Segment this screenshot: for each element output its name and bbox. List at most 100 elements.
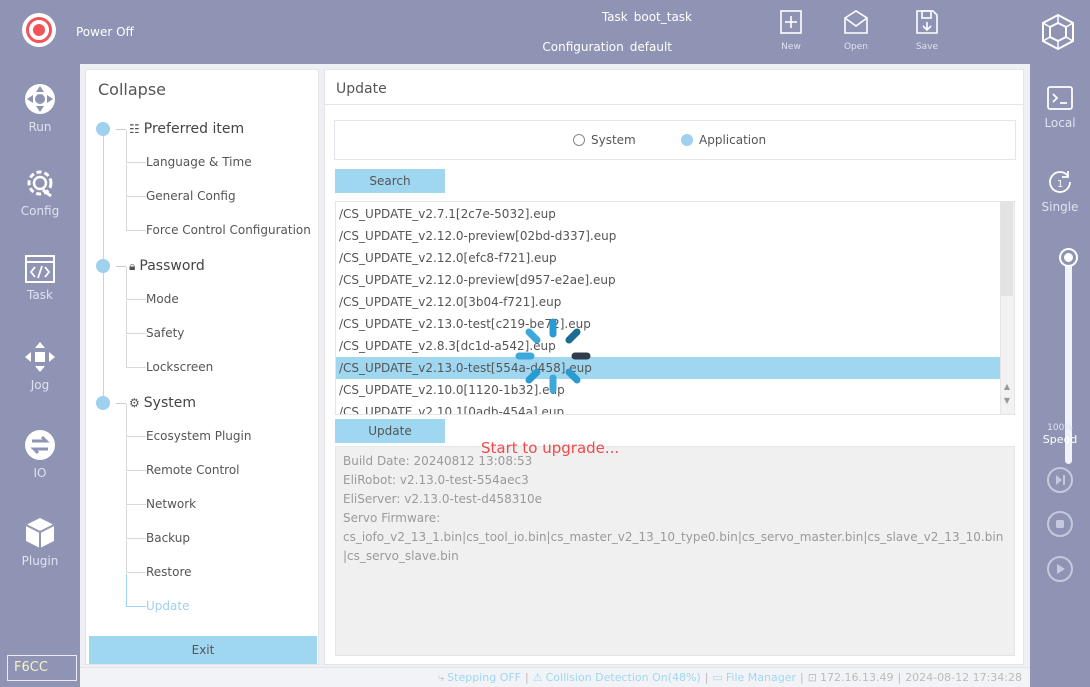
task-label: Task	[601, 10, 628, 24]
task-code-icon	[25, 255, 55, 283]
list-scrollbar[interactable]: ▲ ▼	[1000, 202, 1014, 414]
radio-application[interactable]: Application	[681, 133, 766, 147]
list-item[interactable]: /CS_UPDATE_v2.10.1[0adb-454a].eup	[336, 401, 1000, 414]
exit-button[interactable]: Exit	[89, 636, 317, 664]
nav-io-label: IO	[33, 466, 47, 480]
nav-plugin[interactable]: Plugin	[0, 516, 80, 568]
radio-unchecked-icon	[573, 134, 585, 146]
save-icon	[916, 10, 938, 34]
tree-item-lockscreen[interactable]: Lockscreen	[126, 335, 213, 377]
step-forward-button[interactable]	[1047, 467, 1073, 493]
upgrade-status-message: Start to upgrade...	[481, 439, 620, 457]
configuration-info: Configuration default	[542, 40, 672, 54]
collapse-toggle[interactable]: Collapse	[98, 80, 166, 99]
gear-icon: ⚙	[129, 396, 140, 410]
tree-item-ecosystem-plugin[interactable]: Ecosystem Plugin	[126, 404, 251, 446]
radio-system-label: System	[591, 133, 636, 147]
save-label: Save	[915, 42, 939, 52]
update-type-selector: System Application	[334, 120, 1016, 160]
nav-jog[interactable]: Jog	[0, 340, 80, 392]
tree-item-backup[interactable]: Backup	[126, 506, 190, 548]
collapse-bullet-icon	[96, 259, 110, 273]
status-bar: ⤷ Stepping OFF | ⚠ Collision Detection O…	[80, 667, 1030, 687]
stepping-status[interactable]: Stepping OFF	[447, 671, 521, 684]
file-manager-link[interactable]: File Manager	[726, 671, 796, 684]
radio-application-label: Application	[699, 133, 767, 147]
speed-slider-handle[interactable]	[1061, 250, 1076, 265]
power-button[interactable]	[22, 13, 56, 47]
search-button[interactable]: Search	[335, 169, 445, 193]
open-button[interactable]: Open	[833, 6, 879, 58]
update-panel: Update System Application Search /CS_UPD…	[324, 69, 1024, 665]
config-gear-icon	[27, 170, 53, 198]
stop-icon	[1056, 520, 1064, 528]
radio-system[interactable]: System	[573, 133, 636, 147]
single-step-button[interactable]: 1 Single	[1030, 168, 1090, 214]
task-info: Task boot_task	[602, 10, 692, 24]
play-button[interactable]	[1047, 556, 1073, 582]
list-item[interactable]: /CS_UPDATE_v2.12.0-preview[02bd-d337].eu…	[336, 225, 1000, 247]
servo-firmware-files: cs_iofo_v2_13_1.bin|cs_tool_io.bin|cs_ma…	[343, 530, 1004, 563]
tree-item-restore[interactable]: Restore	[126, 540, 192, 582]
scroll-up-icon[interactable]: ▲	[1002, 382, 1012, 392]
stepping-icon: ⤷	[437, 670, 445, 684]
nav-run-label: Run	[28, 120, 52, 134]
tree-group-preferred-item[interactable]: ☷ Preferred item	[96, 116, 244, 142]
list-item[interactable]: /CS_UPDATE_v2.7.1[2c7e-5032].eup	[336, 203, 1000, 225]
list-scrollbar-thumb[interactable]	[1001, 202, 1013, 296]
single-label: Single	[1041, 200, 1079, 214]
tree-item-general-config[interactable]: General Config	[126, 164, 236, 206]
scroll-down-icon[interactable]: ▼	[1002, 396, 1012, 406]
list-item-selected[interactable]: /CS_UPDATE_v2.13.0-test[554a-d458].eup	[336, 357, 1000, 379]
tree-item-remote-control[interactable]: Remote Control	[126, 438, 240, 480]
collapse-bullet-icon	[96, 122, 110, 136]
list-item[interactable]: /CS_UPDATE_v2.10.0[1120-1b32].eup	[336, 379, 1000, 401]
build-date-line: Build Date: 20240812 13:08:53	[343, 454, 533, 468]
save-button[interactable]: Save	[904, 6, 950, 58]
datetime: 2024-08-12 17:34:28	[905, 671, 1022, 684]
nav-io[interactable]: IO	[0, 428, 80, 480]
tree-item-safety[interactable]: Safety	[126, 301, 184, 343]
nav-jog-label: Jog	[30, 378, 50, 392]
single-cycle-icon: 1	[1049, 171, 1071, 193]
io-arrows-icon	[25, 430, 55, 460]
tree-group-password[interactable]: 🔒︎ Password	[96, 253, 205, 279]
nav-config[interactable]: Config	[0, 166, 80, 218]
tree-group-label: Preferred item	[143, 121, 245, 137]
tree-item-update[interactable]: Update	[126, 574, 189, 616]
tree-item-force-control[interactable]: Force Control Configuration	[126, 198, 311, 240]
new-button[interactable]: New	[768, 6, 814, 58]
lock-icon: 🔒︎	[129, 258, 136, 273]
settings-tree-panel: Collapse ☷ Preferred item Language & Tim…	[85, 69, 319, 665]
ip-address: 172.16.13.49	[819, 671, 894, 684]
update-button[interactable]: Update	[335, 419, 445, 443]
elirobot-version-line: EliRobot: v2.13.0-test-554aec3	[343, 473, 529, 487]
tree-item-network[interactable]: Network	[126, 472, 196, 514]
tree-group-label: System	[143, 395, 196, 411]
serial-badge: F6CC	[7, 655, 77, 681]
list-item[interactable]: /CS_UPDATE_v2.13.0-test[c219-be72].eup	[336, 313, 1000, 335]
list-item[interactable]: /CS_UPDATE_v2.12.0-preview[d957-e2ae].eu…	[336, 269, 1000, 291]
update-file-list[interactable]: /CS_UPDATE_v2.7.1[2c7e-5032].eup /CS_UPD…	[335, 201, 1015, 415]
open-label: Open	[843, 42, 869, 52]
tree-item-language-time[interactable]: Language & Time	[126, 130, 252, 172]
list-item[interactable]: /CS_UPDATE_v2.8.3[dc1d-a542].eup	[336, 335, 1000, 357]
stop-button[interactable]	[1047, 511, 1073, 537]
svg-text:1: 1	[1057, 179, 1063, 190]
logo-hexagon-icon	[1042, 13, 1074, 51]
collapse-bullet-icon	[96, 396, 110, 410]
collision-detection-status[interactable]: Collision Detection On(48%)	[546, 671, 701, 684]
nav-config-label: Config	[20, 204, 60, 218]
list-item[interactable]: /CS_UPDATE_v2.12.0[efc8-f721].eup	[336, 247, 1000, 269]
nav-run[interactable]: Run	[0, 82, 80, 134]
list-item[interactable]: /CS_UPDATE_v2.12.0[3b04-f721].eup	[336, 291, 1000, 313]
plugin-cube-icon	[25, 518, 55, 548]
tree-item-mode[interactable]: Mode	[126, 267, 179, 309]
top-bar: Power Off Task boot_task Configuration def…	[0, 0, 1090, 64]
new-file-icon	[780, 10, 802, 34]
local-button[interactable]: Local	[1030, 84, 1090, 130]
step-forward-icon	[1056, 475, 1065, 485]
tree-group-system[interactable]: ⚙ System	[96, 390, 196, 416]
nav-task[interactable]: Task	[0, 254, 80, 302]
configuration-name: default	[629, 40, 672, 54]
